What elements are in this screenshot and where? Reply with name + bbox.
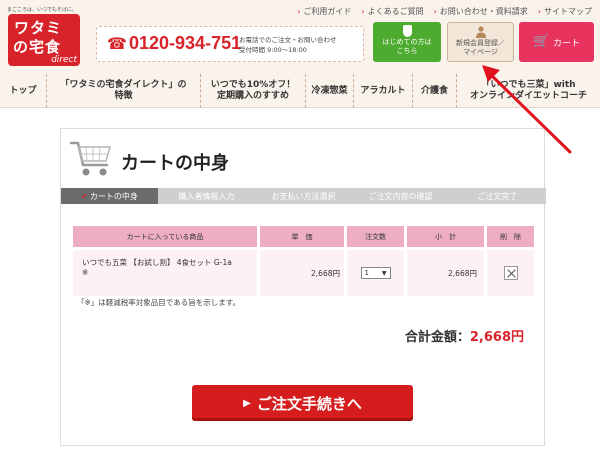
col-quantity: 注文数 — [347, 226, 407, 247]
cart-icon: 🛒 — [533, 34, 550, 49]
page-title: カートの中身 — [121, 153, 229, 174]
top-links: ご利用ガイド よくあるご質問 お問い合わせ・資料請求 サイトマップ — [297, 6, 592, 17]
cart-panel: カートの中身 ✔ カートの中身 購入者情報入力 お支払い方法選択 ご注文内容の確認… — [60, 128, 546, 446]
nav-frozen[interactable]: 冷凍惣菜 — [305, 74, 353, 108]
nav-label: 特徴 — [114, 91, 133, 101]
total-value: 2,668円 — [469, 330, 524, 345]
step-payment: お支払い方法選択 — [271, 191, 336, 201]
step-confirm: ご注文内容の確認 — [368, 191, 433, 201]
cart-table: カートに入っている商品 単 価 注文数 小 計 削 除 いつでも五菜 【お試し割… — [73, 226, 534, 296]
tax-note: 「※」は軽減税率対象品目である旨を示します。 — [77, 298, 240, 307]
triangle-right-icon: ▶ — [243, 397, 251, 409]
product-cell: いつでも五菜 【お試し割】 4食セット G-1a ※ — [73, 250, 260, 296]
subtotal: 2,668円 — [407, 250, 487, 296]
step-complete: ご注文完了 — [477, 191, 518, 201]
nav-label: アラカルト — [360, 85, 406, 96]
logo-text-2: の宅食 — [13, 38, 62, 56]
first-time-button[interactable]: はじめての方は こちら — [373, 22, 441, 62]
col-delete: 削 除 — [487, 226, 534, 247]
delete-cell — [487, 250, 534, 296]
col-product: カートに入っている商品 — [73, 226, 260, 247]
checkout-label: ご注文手続きへ — [256, 394, 362, 413]
phone-note-1: お電話でのご注文・お問い合わせ — [239, 36, 337, 44]
phone-number: 0120-934-751 — [129, 33, 242, 53]
table-row: いつでも五菜 【お試し割】 4食セット G-1a ※ 2,668円 1 ▼ 2,… — [73, 250, 534, 296]
nav-label: トップ — [9, 85, 37, 96]
logo-text-3: direct — [51, 55, 77, 65]
unit-price: 2,668円 — [260, 250, 347, 296]
step-cart: ✔ カートの中身 — [61, 188, 158, 204]
quantity-value: 1 — [364, 269, 369, 277]
col-unit-price: 単 価 — [260, 226, 347, 247]
phone-box: ☎ 0120-934-751 お電話でのご注文・お問い合わせ 受付時間 9:00… — [96, 26, 364, 62]
checkout-button[interactable]: ▶ ご注文手続きへ — [192, 385, 413, 421]
link-guide[interactable]: ご利用ガイド — [297, 6, 351, 17]
step-buyer-info: 購入者情報入力 — [178, 191, 235, 201]
quantity-select[interactable]: 1 ▼ — [360, 267, 391, 279]
annotation-arrow — [482, 65, 572, 154]
table-header-row: カートに入っている商品 単 価 注文数 小 計 削 除 — [73, 226, 534, 247]
first-time-label-2: こちら — [396, 47, 418, 55]
link-sitemap[interactable]: サイトマップ — [538, 6, 592, 17]
nav-label: 「ワタミの宅食ダイレクト」の — [60, 80, 187, 90]
nav-alacarte[interactable]: アラカルト — [353, 74, 412, 108]
cart-button[interactable]: 🛒 カート — [519, 22, 594, 62]
leaf-icon — [402, 25, 412, 37]
nav-care-meal[interactable]: 介護食 — [412, 74, 456, 108]
phone-note-2: 受付時間 9:00〜18:00 — [239, 46, 307, 54]
tagline: まごころは、いつでもそばに。 — [7, 7, 77, 13]
total-amount: 合計金額：2,668円 — [405, 326, 524, 345]
logo-text-1: ワタミ — [14, 19, 63, 37]
phone-icon: ☎ — [107, 34, 127, 53]
nav-label: いつでも10%オフ！ — [210, 80, 296, 90]
delete-icon[interactable] — [503, 266, 518, 280]
nav-subscription[interactable]: いつでも10%オフ！ 定期購入のすすめ — [200, 74, 305, 108]
cart-label: カート — [553, 39, 581, 49]
nav-label: 冷凍惣菜 — [311, 85, 348, 96]
link-faq[interactable]: よくあるご質問 — [361, 6, 424, 17]
total-label: 合計金額： — [404, 330, 470, 345]
product-name[interactable]: いつでも五菜 【お試し割】 4食セット G-1a — [73, 250, 257, 273]
user-icon — [475, 26, 486, 38]
shopping-cart-icon — [69, 141, 111, 176]
nav-features[interactable]: 「ワタミの宅食ダイレクト」の 特徴 — [46, 74, 200, 108]
nav-top[interactable]: トップ — [0, 74, 46, 108]
progress-steps: ✔ カートの中身 購入者情報入力 お支払い方法選択 ご注文内容の確認 ご注文完了 — [61, 188, 546, 204]
col-subtotal: 小 計 — [407, 226, 487, 247]
site-logo[interactable]: ワタミ の宅食 direct — [8, 14, 80, 66]
chevron-down-icon: ▼ — [381, 269, 387, 277]
quantity-cell: 1 ▼ — [347, 250, 407, 296]
member-button[interactable]: 新規会員登録／ マイページ — [447, 22, 514, 62]
nav-label: 介護食 — [420, 85, 448, 96]
link-contact[interactable]: お問い合わせ・資料請求 — [434, 6, 528, 17]
first-time-label-1: はじめての方は — [382, 38, 432, 46]
member-label-1: 新規会員登録／ — [456, 39, 505, 47]
nav-label: 定期購入のすすめ — [216, 91, 289, 101]
member-label-2: マイページ — [463, 48, 498, 56]
